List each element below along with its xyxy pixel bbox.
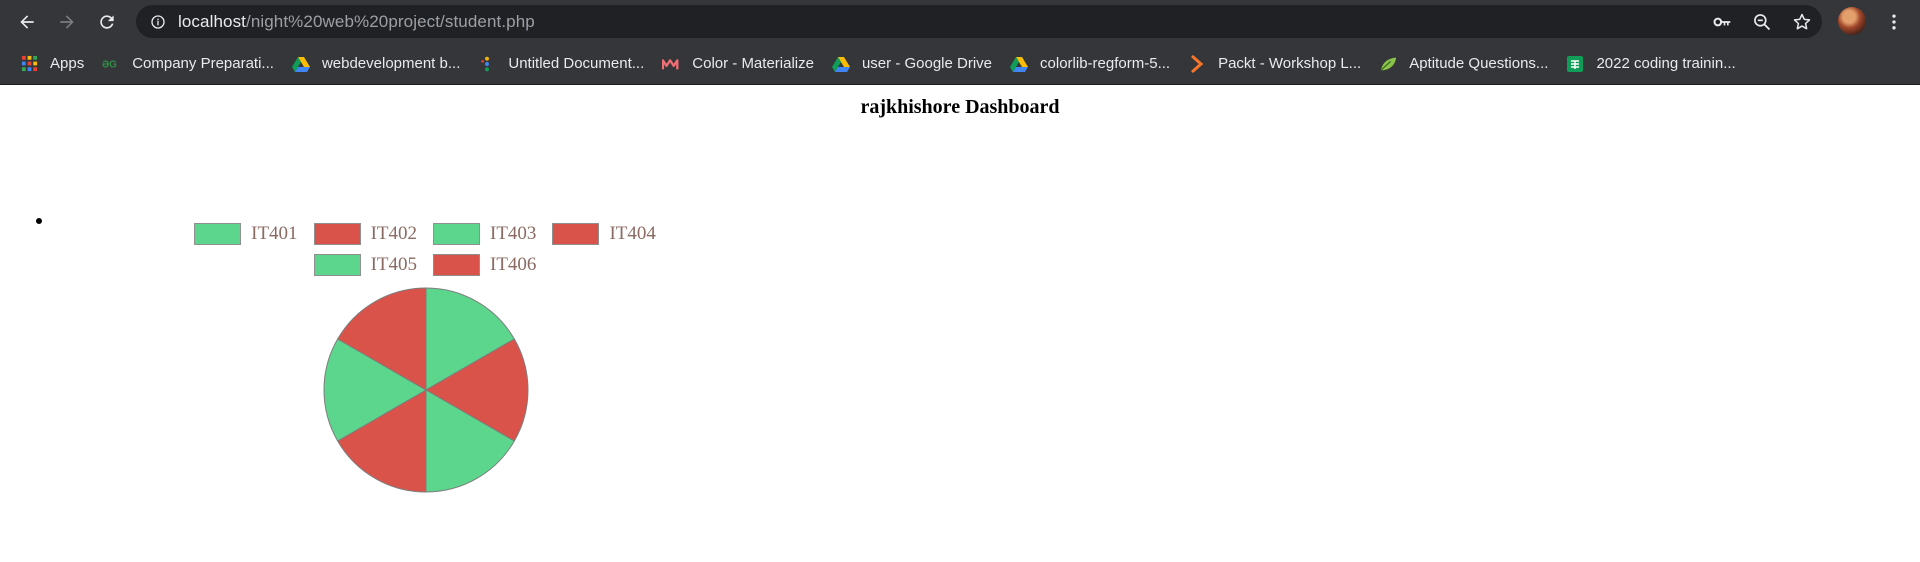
bookmark-star-button[interactable]: [1782, 5, 1822, 38]
reload-button[interactable]: [87, 4, 127, 40]
geeksforgeeks-icon: ƏG: [102, 55, 120, 73]
legend-row: IT401 IT402 IT403 IT404: [194, 218, 661, 249]
materialize-icon: [662, 55, 680, 73]
legend-label: IT401: [251, 222, 298, 244]
legend-item-it402[interactable]: IT402: [313, 222, 423, 245]
address-bar[interactable]: localhost/night%20web%20project/student.…: [136, 5, 1822, 38]
legend-label: IT406: [490, 253, 537, 275]
bookmark-label: webdevelopment b...: [321, 55, 461, 72]
back-arrow-icon: [20, 14, 34, 29]
document-icon: [478, 55, 496, 73]
browser-toolbar: localhost/night%20web%20project/student.…: [0, 0, 1920, 43]
apps-grid-icon: [20, 55, 38, 73]
legend-swatch: [313, 222, 361, 245]
url-path: /night%20web%20project/student.php: [246, 11, 535, 31]
bookmark-untitled-document[interactable]: Untitled Document...: [474, 49, 654, 79]
bookmark-label: colorlib-regform-5...: [1040, 55, 1171, 72]
bookmarks-bar: Apps ƏG Company Preparati... webdevelopm…: [0, 43, 1920, 85]
back-button[interactable]: [7, 4, 47, 40]
forward-arrow-icon: [60, 14, 74, 29]
bookmark-color-materialize[interactable]: Color - Materialize: [658, 49, 824, 79]
list-bullet: [36, 218, 42, 224]
legend-item-it403[interactable]: IT403: [433, 222, 542, 245]
url-host: localhost: [178, 11, 246, 31]
bookmark-label: Company Preparati...: [132, 55, 274, 72]
password-key-button[interactable]: [1702, 5, 1742, 38]
legend-swatch: [313, 253, 361, 276]
bookmark-company-preparation[interactable]: ƏG Company Preparati...: [98, 49, 284, 79]
legend-swatch: [433, 253, 480, 276]
google-drive-icon: [1010, 55, 1029, 73]
legend-item-it404[interactable]: IT404: [552, 222, 661, 245]
bookmark-colorlib-regform[interactable]: colorlib-regform-5...: [1006, 49, 1180, 79]
star-icon: [1793, 13, 1811, 29]
legend-label: IT403: [490, 222, 537, 244]
bookmark-label: Color - Materialize: [692, 55, 814, 72]
bookmark-label: 2022 coding trainin...: [1596, 55, 1736, 72]
legend-label: IT405: [370, 253, 417, 275]
bookmark-label: Untitled Document...: [508, 55, 645, 72]
bookmark-label: user - Google Drive: [861, 55, 993, 72]
bookmark-2022-coding-training[interactable]: 2022 coding trainin...: [1562, 49, 1745, 79]
bookmark-packt-workshop[interactable]: Packt - Workshop L...: [1184, 49, 1371, 79]
forward-button[interactable]: [47, 4, 87, 40]
legend-swatch: [552, 222, 600, 245]
chart-legend: IT401 IT402 IT403 IT404 IT405 IT406: [194, 218, 661, 280]
page-title: rajkhishore Dashboard: [860, 96, 1060, 118]
google-drive-icon: [291, 55, 310, 73]
google-drive-icon: [831, 55, 850, 73]
legend-label: IT402: [370, 222, 417, 244]
bookmark-label: Aptitude Questions...: [1409, 55, 1549, 72]
profile-avatar[interactable]: [1838, 7, 1866, 35]
leaf-icon: [1379, 55, 1397, 73]
bookmark-label: Apps: [50, 55, 85, 72]
pie-chart: [323, 287, 529, 493]
zoom-button[interactable]: [1742, 5, 1782, 38]
key-icon: [1713, 17, 1731, 26]
legend-item-it401[interactable]: IT401: [194, 222, 303, 245]
zoom-out-icon: [1754, 13, 1771, 30]
more-vert-icon: [1892, 14, 1896, 30]
bookmark-apps[interactable]: Apps: [16, 49, 94, 79]
reload-icon: [100, 14, 114, 29]
svg-text:ƏG: ƏG: [102, 59, 117, 69]
bookmark-user-google-drive[interactable]: user - Google Drive: [828, 49, 1002, 79]
legend-swatch: [433, 222, 480, 245]
site-info-icon[interactable]: [150, 14, 166, 30]
legend-item-it405[interactable]: IT405: [313, 253, 423, 276]
bookmark-label: Packt - Workshop L...: [1218, 55, 1362, 72]
google-sheets-icon: [1566, 55, 1584, 73]
bookmark-webdevelopment[interactable]: webdevelopment b...: [288, 49, 470, 79]
browser-menu-button[interactable]: [1880, 8, 1908, 36]
legend-row: IT405 IT406: [198, 249, 658, 280]
legend-swatch: [194, 222, 242, 245]
url-text[interactable]: localhost/night%20web%20project/student.…: [178, 12, 535, 32]
legend-label: IT404: [609, 222, 656, 244]
packt-icon: [1188, 54, 1206, 73]
bookmark-aptitude-questions[interactable]: Aptitude Questions...: [1375, 49, 1558, 79]
legend-item-it406[interactable]: IT406: [433, 253, 542, 276]
